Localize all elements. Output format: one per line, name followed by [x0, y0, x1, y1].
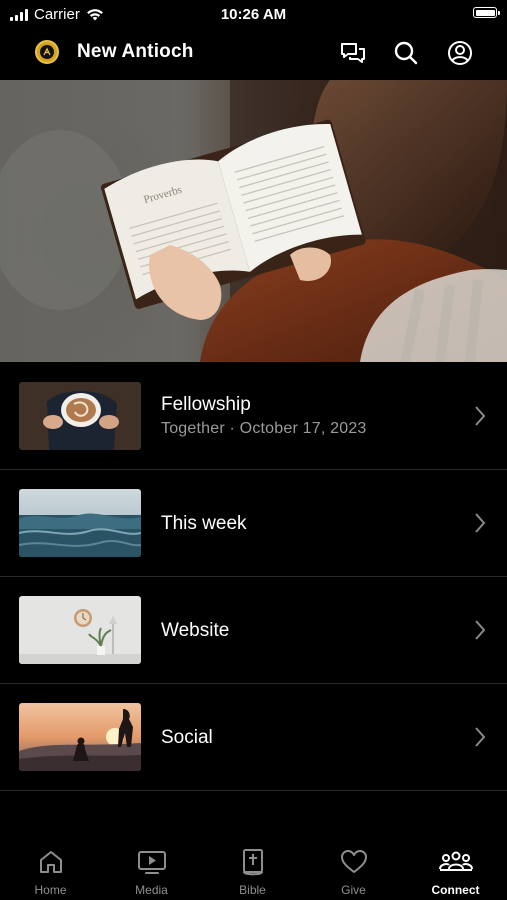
- list-item-website[interactable]: Website: [0, 576, 507, 684]
- people-icon: [438, 851, 473, 871]
- bible-icon: [242, 849, 263, 876]
- tv-play-icon: [137, 851, 166, 874]
- battery-icon: [473, 7, 500, 18]
- tab-label: Media: [135, 883, 168, 897]
- chevron-right-icon: [475, 513, 486, 533]
- tab-connect[interactable]: Connect: [404, 838, 507, 900]
- chevron-right-icon: [475, 620, 486, 640]
- list-item-title: Social: [161, 727, 213, 748]
- tab-home[interactable]: Home: [0, 838, 101, 900]
- tab-label: Connect: [431, 883, 480, 897]
- app-title: New Antioch: [77, 41, 194, 62]
- house-icon: [39, 851, 62, 873]
- hero-image[interactable]: Proverbs: [0, 80, 507, 362]
- tab-media[interactable]: Media: [101, 838, 202, 900]
- ocean-waves-photo: [19, 489, 141, 557]
- list-item-title: Website: [161, 620, 230, 641]
- search-icon[interactable]: [392, 40, 420, 66]
- profile-icon[interactable]: [446, 40, 474, 66]
- app-header: New Antioch: [0, 28, 507, 78]
- clock-and-plant-photo: [19, 596, 141, 664]
- sunset-people-photo: [19, 703, 141, 771]
- status-time: 10:26 AM: [220, 6, 287, 23]
- list-item-social[interactable]: Social: [0, 683, 507, 791]
- tab-give[interactable]: Give: [303, 838, 404, 900]
- woman-reading-bible-photo: Proverbs: [0, 80, 507, 362]
- tab-bar: Home Media Bible Give Connect: [0, 838, 507, 900]
- list-item-subtitle: Together · October 17, 2023: [161, 420, 367, 437]
- list-item-fellowship[interactable]: Fellowship Together · October 17, 2023: [0, 362, 507, 470]
- tab-label: Give: [341, 883, 366, 897]
- status-bar: Carrier 10:26 AM: [0, 0, 507, 28]
- tab-label: Home: [34, 883, 67, 897]
- list-item-this-week[interactable]: This week: [0, 469, 507, 577]
- chevron-right-icon: [475, 406, 486, 426]
- coffee-cup-photo: [19, 382, 141, 450]
- list-item-title: This week: [161, 513, 247, 534]
- tab-label: Bible: [239, 883, 266, 897]
- tab-bible[interactable]: Bible: [202, 838, 303, 900]
- church-logo-icon: [35, 40, 59, 64]
- chevron-right-icon: [475, 727, 486, 747]
- chat-icon[interactable]: [339, 40, 367, 66]
- heart-icon: [340, 850, 367, 873]
- list-item-title: Fellowship: [161, 394, 251, 415]
